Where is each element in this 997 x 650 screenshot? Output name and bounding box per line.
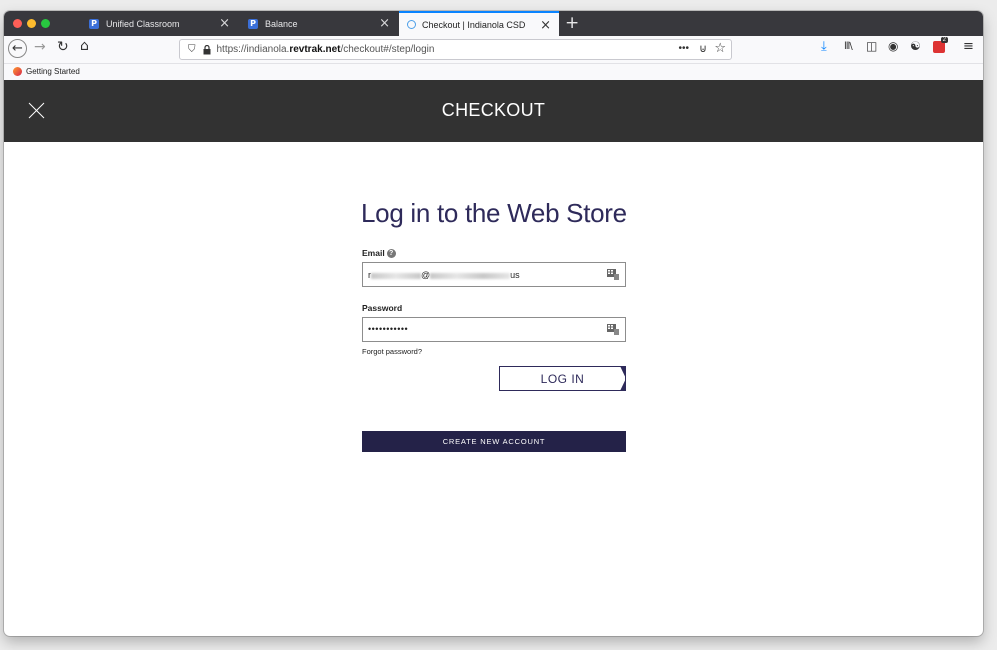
firefox-icon — [13, 67, 22, 76]
badge-count: 2 — [940, 37, 948, 43]
page-title: CHECKOUT — [441, 100, 546, 120]
forgot-password-link[interactable]: Forgot password? — [362, 347, 422, 356]
extension-icon[interactable]: ☯ — [910, 39, 921, 53]
redacted-text — [371, 272, 421, 279]
url-prefix: https://indianola. — [216, 44, 290, 55]
tab-balance[interactable]: P Balance × — [240, 11, 398, 36]
button-arrow-decoration — [620, 366, 626, 391]
reload-icon[interactable]: ↻ — [57, 39, 69, 55]
login-button[interactable]: LOG IN — [499, 366, 626, 391]
close-icon[interactable]: × — [379, 16, 390, 31]
url-host: revtrak.net — [289, 44, 341, 55]
password-field[interactable]: ••••••••••• — [362, 317, 626, 342]
tab-label: Balance — [265, 18, 298, 29]
redacted-text — [430, 272, 511, 279]
email-value-end: us — [510, 270, 520, 280]
p-icon: P — [89, 18, 99, 29]
pocket-icon[interactable]: ⊍ — [699, 42, 707, 55]
close-window-button[interactable] — [13, 19, 22, 28]
sidebar-icon[interactable]: ◫ — [866, 39, 877, 53]
create-account-button[interactable]: CREATE NEW ACCOUNT — [362, 431, 626, 452]
checkout-icon — [407, 20, 416, 29]
download-icon[interactable]: ⤓ — [821, 39, 827, 54]
tab-label: Unified Classroom — [106, 18, 180, 29]
email-label: Email? — [362, 248, 396, 259]
close-icon[interactable]: × — [540, 18, 551, 33]
page-header: CHECKOUT — [4, 80, 983, 142]
tab-unified-classroom[interactable]: P Unified Classroom × — [81, 11, 238, 36]
password-manager-icon[interactable] — [607, 269, 619, 280]
bookmarks-bar: Getting Started — [4, 64, 983, 80]
url-path: /checkout#/step/login — [340, 44, 435, 55]
tab-label: Checkout | Indianola CSD — [422, 19, 526, 30]
lock-icon[interactable] — [203, 44, 211, 55]
extension-badge-icon[interactable]: 2 — [933, 37, 948, 53]
login-button-label: LOG IN — [540, 371, 585, 386]
login-title: Log in to the Web Store — [361, 198, 627, 228]
tab-checkout[interactable]: Checkout | Indianola CSD × — [399, 11, 559, 36]
close-icon[interactable]: × — [219, 16, 230, 31]
back-arrow-icon: ← — [12, 41, 23, 56]
new-tab-icon[interactable]: + — [565, 13, 579, 33]
email-label-text: Email — [362, 248, 385, 258]
browser-window: P Unified Classroom × P Balance × Checko… — [4, 11, 983, 636]
home-icon[interactable]: ⌂ — [80, 38, 89, 54]
password-label: Password — [362, 303, 403, 313]
email-field[interactable]: r @ us — [362, 262, 626, 287]
password-value: ••••••••••• — [368, 324, 409, 334]
menu-icon[interactable]: ≡ — [963, 39, 974, 54]
tab-bar: P Unified Classroom × P Balance × Checko… — [4, 11, 983, 36]
forward-arrow-icon[interactable]: → — [34, 39, 46, 55]
help-icon[interactable]: ? — [386, 249, 396, 259]
minimize-window-button[interactable] — [27, 19, 36, 28]
url-text[interactable]: https://indianola.revtrak.net/checkout#/… — [217, 44, 435, 55]
library-icon[interactable]: lll\ — [844, 41, 853, 52]
password-manager-icon[interactable] — [607, 324, 619, 335]
bookmark-getting-started[interactable]: Getting Started — [26, 67, 80, 76]
email-value: r @ us — [368, 270, 520, 280]
bookmark-star-icon[interactable]: ☆ — [714, 41, 726, 56]
back-button[interactable]: ← — [8, 39, 27, 58]
page-actions-icon[interactable]: ••• — [678, 43, 689, 54]
account-icon[interactable]: ◉ — [888, 39, 898, 53]
shield-icon[interactable]: ⛉ — [188, 44, 196, 55]
url-bar[interactable]: ⛉ https://indianola.revtrak.net/checkout… — [179, 39, 732, 60]
navigation-bar: ← → ↻ ⌂ ⛉ https://indianola.revtrak.net/… — [4, 36, 983, 64]
p-icon: P — [248, 18, 258, 29]
email-value-mid: @ — [421, 270, 431, 280]
zoom-window-button[interactable] — [41, 19, 50, 28]
